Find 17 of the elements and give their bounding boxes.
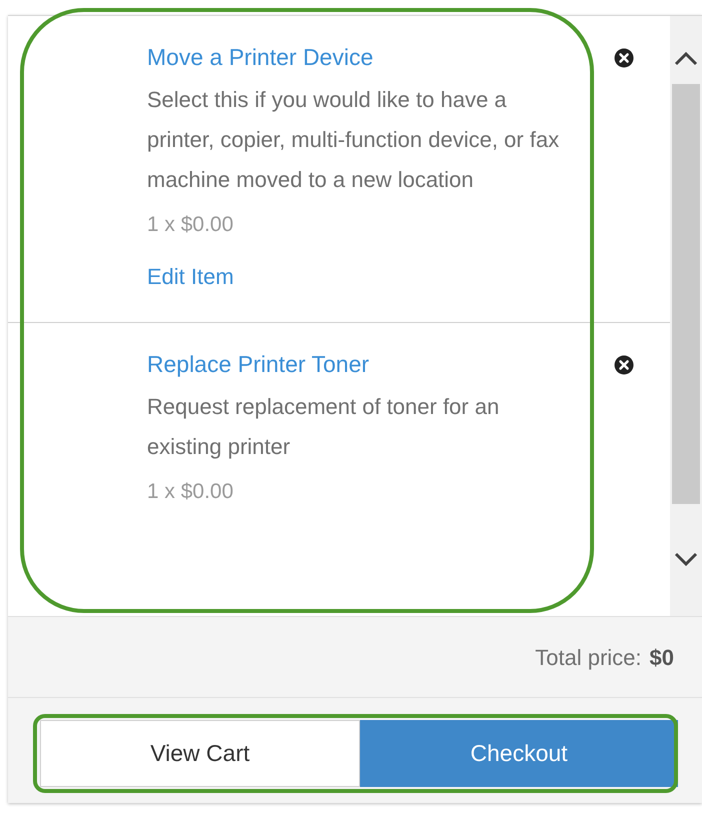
total-price-value: $0 [650, 644, 674, 672]
scrollbar-thumb[interactable] [672, 84, 700, 504]
close-icon[interactable] [614, 355, 634, 375]
item-price: 1 x $0.00 [147, 212, 234, 238]
checkout-button[interactable]: Checkout [360, 720, 678, 787]
view-cart-button[interactable]: View Cart [40, 720, 360, 787]
total-price-label: Total price: [535, 644, 642, 672]
close-icon[interactable] [614, 48, 634, 68]
scroll-down-icon[interactable] [674, 552, 698, 568]
item-title-link[interactable]: Replace Printer Toner [147, 347, 370, 381]
item-title-link[interactable]: Move a Printer Device [147, 40, 374, 74]
item-description: Select this if you would like to have a printer, copier, multi-function device, or fax machine moved to a new location [147, 86, 560, 194]
item-price: 1 x $0.00 [147, 479, 234, 505]
edit-item-link[interactable]: Edit Item [147, 262, 234, 292]
item-description: Request replacement of toner for an existing printer [147, 393, 500, 461]
scrollbar[interactable] [670, 16, 702, 616]
scroll-up-icon[interactable] [674, 50, 698, 66]
